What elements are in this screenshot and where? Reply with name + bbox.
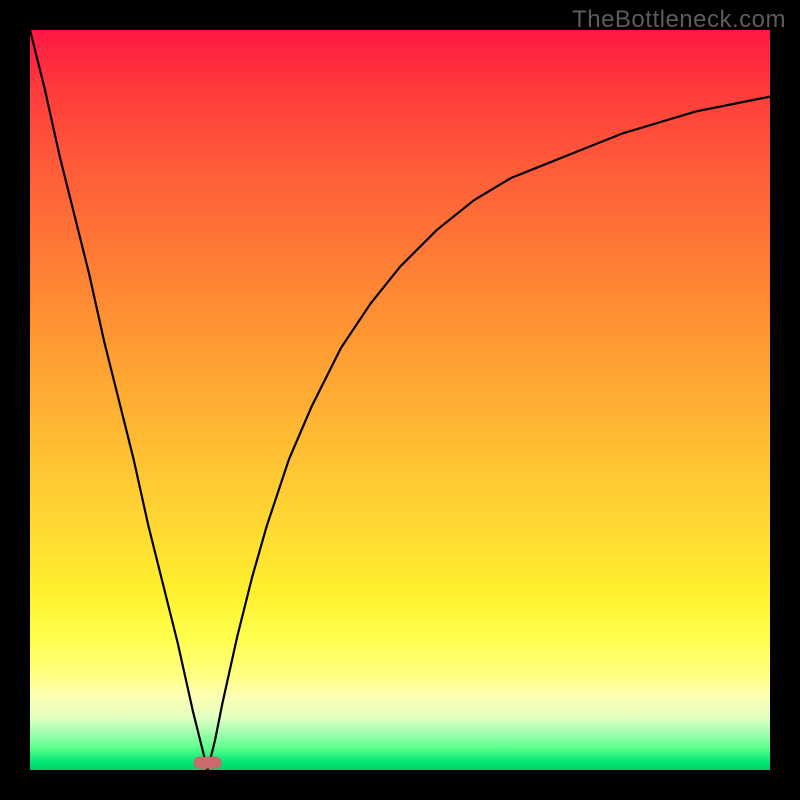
plot-area (30, 30, 770, 770)
min-marker (194, 757, 222, 769)
chart-frame: TheBottleneck.com (0, 0, 800, 800)
curve-layer (30, 30, 770, 770)
curve-right-branch (208, 97, 770, 770)
watermark-text: TheBottleneck.com (572, 6, 786, 34)
curve-left-branch (30, 30, 208, 770)
